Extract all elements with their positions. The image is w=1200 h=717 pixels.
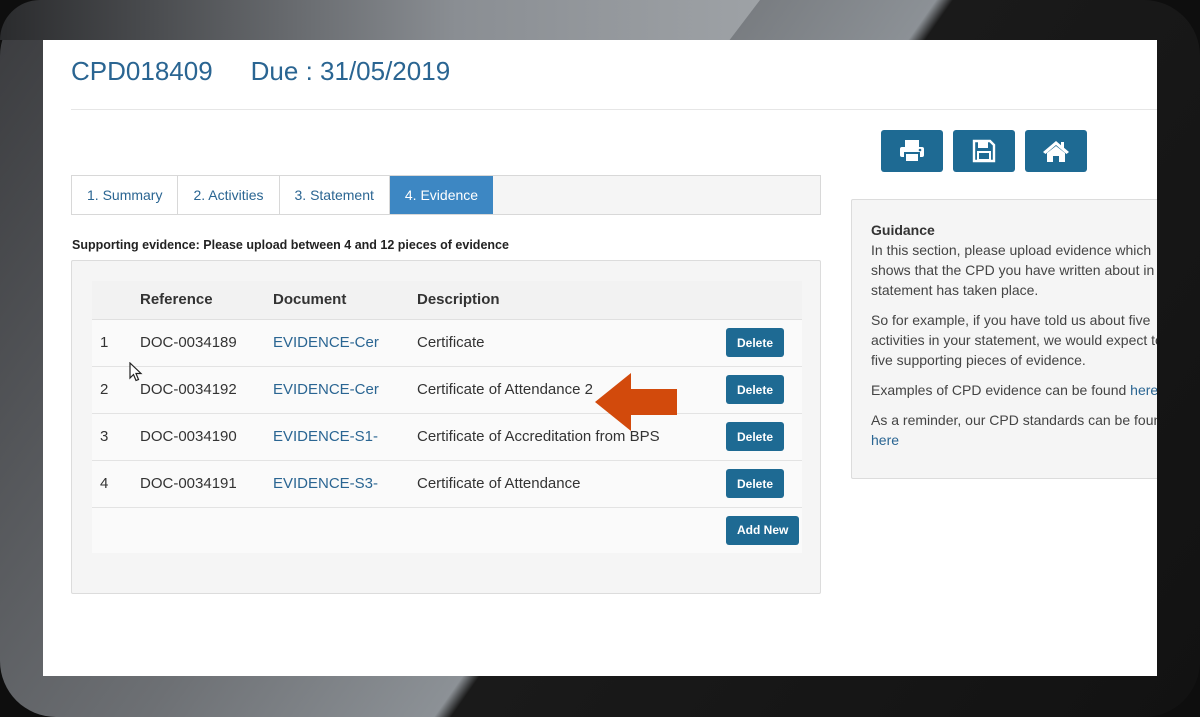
delete-button[interactable]: Delete — [726, 469, 785, 498]
section-tabs: 1. Summary 2. Activities 3. Statement 4.… — [71, 175, 821, 215]
column-header-actions — [712, 281, 802, 320]
add-new-button[interactable]: Add New — [726, 515, 800, 545]
evidence-table: Reference Document Description 1 DOC-003… — [92, 281, 802, 553]
delete-button[interactable]: Delete — [726, 328, 785, 357]
print-button[interactable] — [881, 130, 943, 172]
table-row: 2 DOC-0034192 EVIDENCE-Cer Certificate o… — [92, 366, 802, 414]
guidance-text: In this section, please upload evidence … — [871, 242, 1152, 258]
home-button[interactable] — [1025, 130, 1087, 172]
delete-button[interactable]: Delete — [726, 422, 785, 451]
guidance-panel: Guidance In this section, please upload … — [851, 199, 1157, 479]
table-row: 3 DOC-0034190 EVIDENCE-S1- Certificate o… — [92, 413, 802, 461]
evidence-examples-link[interactable]: here — [1130, 382, 1157, 398]
row-number: 2 — [92, 366, 126, 414]
tab-summary[interactable]: 1. Summary — [72, 176, 179, 214]
due-date: Due : 31/05/2019 — [250, 56, 451, 86]
guidance-text: As a reminder, our CPD standards can be … — [871, 412, 1157, 428]
table-row: 4 DOC-0034191 EVIDENCE-S3- Certificate o… — [92, 460, 802, 508]
row-number: 3 — [92, 413, 126, 461]
evidence-panel: Reference Document Description 1 DOC-003… — [71, 260, 821, 594]
row-reference: DOC-0034189 — [126, 319, 259, 367]
print-icon — [900, 140, 924, 163]
row-description: Certificate of Attendance — [403, 460, 712, 508]
row-document-link[interactable]: EVIDENCE-Cer — [259, 319, 403, 367]
header-divider — [71, 109, 1157, 110]
guidance-text: activities in your statement, we would e… — [871, 332, 1157, 348]
row-description: Certificate — [403, 319, 712, 367]
row-number: 1 — [92, 319, 126, 367]
cpd-reference: CPD018409 — [71, 56, 213, 86]
table-row: 1 DOC-0034189 EVIDENCE-Cer Certificate D… — [92, 319, 802, 367]
guidance-text: Examples of CPD evidence can be found — [871, 382, 1131, 398]
annotation-arrow-icon — [595, 373, 677, 431]
row-number: 4 — [92, 460, 126, 508]
save-button[interactable] — [953, 130, 1015, 172]
toolbar — [881, 130, 1087, 172]
supporting-evidence-note: Supporting evidence: Please upload betwe… — [72, 238, 509, 252]
page-header: CPD018409 Due : 31/05/2019 — [71, 56, 450, 87]
guidance-title: Guidance — [871, 222, 935, 238]
row-reference: DOC-0034192 — [126, 366, 259, 414]
tab-activities[interactable]: 2. Activities — [178, 176, 280, 214]
guidance-text: shows that the CPD you have written abou… — [871, 262, 1155, 278]
column-header-document: Document — [259, 281, 403, 320]
row-document-link[interactable]: EVIDENCE-S3- — [259, 460, 403, 508]
tab-statement[interactable]: 3. Statement — [279, 176, 390, 214]
column-header-description: Description — [403, 281, 712, 320]
bezel-highlight — [0, 0, 760, 40]
column-header-number — [92, 281, 126, 320]
row-reference: DOC-0034191 — [126, 460, 259, 508]
column-header-reference: Reference — [126, 281, 259, 320]
cpd-standards-link[interactable]: here — [871, 432, 899, 448]
browser-screen: CPD018409 Due : 31/05/2019 1. Summary 2.… — [43, 40, 1157, 676]
row-document-link[interactable]: EVIDENCE-S1- — [259, 413, 403, 461]
home-icon — [1043, 141, 1069, 162]
row-document-link[interactable]: EVIDENCE-Cer — [259, 366, 403, 414]
delete-button[interactable]: Delete — [726, 375, 785, 404]
table-header-row: Reference Document Description — [92, 281, 802, 320]
row-reference: DOC-0034190 — [126, 413, 259, 461]
tab-evidence[interactable]: 4. Evidence — [389, 176, 494, 214]
table-footer-row: Add New — [92, 507, 802, 553]
guidance-text: five supporting pieces of evidence. — [871, 352, 1086, 368]
guidance-text: statement has taken place. — [871, 282, 1039, 298]
mouse-cursor-icon — [129, 362, 143, 382]
save-icon — [972, 139, 996, 163]
guidance-text: So for example, if you have told us abou… — [871, 312, 1151, 328]
